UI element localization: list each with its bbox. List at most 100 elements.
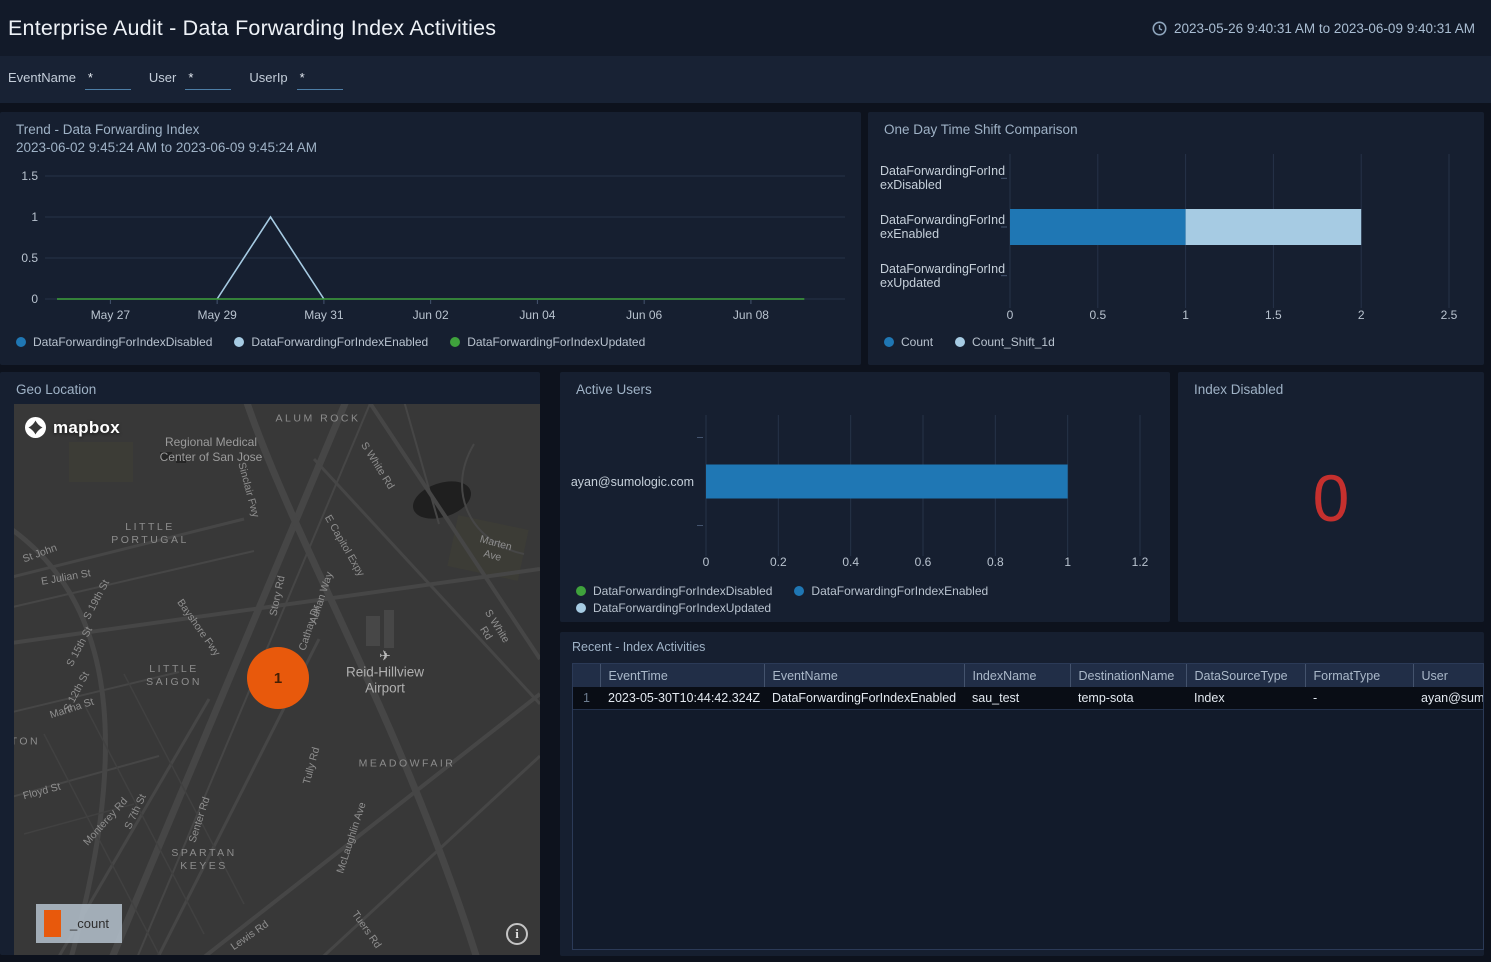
recent-activities-panel: Recent - Index Activities EventTimeEvent…: [560, 632, 1484, 956]
table-cell: -: [1305, 687, 1413, 709]
panel-title: Geo Location: [16, 382, 96, 397]
legend-label: DataForwardingForIndexDisabled: [593, 584, 772, 598]
user-filter-input[interactable]: *: [185, 70, 231, 90]
map-label: S White Rd: [357, 440, 396, 492]
legend-label: DataForwardingForIndexEnabled: [811, 584, 988, 598]
oneday-comparison-panel: One Day Time Shift Comparison 00.511.522…: [868, 112, 1484, 365]
oneday-legend: Count Count_Shift_1d: [884, 335, 1055, 349]
panel-title: Recent - Index Activities: [572, 640, 705, 654]
map-label: McLaughlin Ave: [334, 801, 369, 875]
filter-label: UserIp: [249, 70, 287, 85]
filter-user: User *: [149, 70, 231, 90]
legend-item[interactable]: DataForwardingForIndexDisabled: [576, 584, 772, 598]
legend-item[interactable]: DataForwardingForIndexEnabled: [794, 584, 988, 598]
table-cell: ayan@sumologic.com: [1413, 687, 1484, 709]
table-cell: sau_test: [964, 687, 1070, 709]
filter-label: User: [149, 70, 176, 85]
map-label: Lewis Rd: [229, 918, 272, 953]
category-label: DataForwardingForIndexUpdated: [880, 262, 1006, 290]
map-label: S White Rd: [467, 602, 515, 657]
svg-text:Jun 06: Jun 06: [626, 308, 662, 322]
column-header-formattype[interactable]: FormatType: [1305, 664, 1413, 687]
userip-filter-input[interactable]: *: [297, 70, 343, 90]
column-header-destinationname[interactable]: DestinationName: [1070, 664, 1186, 687]
filter-bar: EventName * User * UserIp *: [0, 56, 1491, 103]
map-label: SPARTAN KEYES: [171, 847, 236, 873]
row-number-cell: 1: [573, 687, 600, 709]
column-header-eventname[interactable]: EventName: [764, 664, 964, 687]
table-cell: DataForwardingForIndexEnabled: [764, 687, 964, 709]
active-users-legend: DataForwardingForIndexDisabled DataForwar…: [576, 584, 1160, 615]
svg-text:0: 0: [31, 292, 38, 306]
svg-text:0.2: 0.2: [770, 555, 787, 569]
column-header-datasourcetype[interactable]: DataSourceType: [1186, 664, 1305, 687]
map-label: Floyd St: [22, 781, 63, 804]
legend-swatch: [576, 603, 586, 613]
map-label: LITTLE SAIGON: [146, 663, 202, 689]
legend-label: DataForwardingForIndexUpdated: [593, 601, 771, 615]
legend-label: DataForwardingForIndexUpdated: [467, 335, 645, 349]
legend-item[interactable]: Count_Shift_1d: [955, 335, 1055, 349]
svg-text:Jun 04: Jun 04: [519, 308, 555, 322]
mapbox-logo[interactable]: mapbox: [24, 416, 120, 439]
time-range-control[interactable]: 2023-05-26 9:40:31 AM to 2023-06-09 9:40…: [1152, 21, 1475, 36]
panel-title: Index Disabled: [1194, 382, 1283, 397]
count-label: _count: [70, 916, 109, 931]
category-label: DataForwardingForIndexEnabled: [880, 213, 1006, 241]
map-canvas[interactable]: ALUM ROCKRegional Medical Center of San …: [14, 404, 540, 955]
table-row[interactable]: 12023-05-30T10:44:42.324ZDataForwardingF…: [573, 687, 1484, 709]
legend-swatch: [576, 586, 586, 596]
trend-panel: Trend - Data Forwarding Index 2023-06-02…: [0, 112, 861, 365]
map-label: St John: [21, 542, 59, 566]
map-label: Bayshore Fwy: [174, 597, 223, 659]
row-number-header: [573, 664, 600, 687]
legend-swatch: [16, 337, 26, 347]
recent-activities-table: EventTimeEventNameIndexNameDestinationNa…: [573, 664, 1484, 710]
legend-item[interactable]: DataForwardingForIndexDisabled: [16, 335, 212, 349]
column-header-user[interactable]: User: [1413, 664, 1484, 687]
legend-label: DataForwardingForIndexEnabled: [251, 335, 428, 349]
filter-userip: UserIp *: [249, 70, 342, 90]
legend-label: Count_Shift_1d: [972, 335, 1055, 349]
legend-item[interactable]: DataForwardingForIndexUpdated: [450, 335, 645, 349]
map-label: Story Rd: [267, 575, 288, 618]
map-label: Tully Rd: [301, 746, 323, 786]
legend-item[interactable]: Count: [884, 335, 933, 349]
dashboard-page: Enterprise Audit - Data Forwarding Index…: [0, 0, 1491, 962]
map-label: S 7th St: [122, 792, 150, 831]
map-label: MEADOWFAIR: [359, 758, 456, 771]
svg-text:0: 0: [703, 555, 710, 569]
legend-item[interactable]: DataForwardingForIndexEnabled: [234, 335, 428, 349]
svg-text:0: 0: [1007, 308, 1014, 322]
active-users-panel: Active Users 00.20.40.60.811.2 ayan@sumo…: [560, 372, 1170, 622]
map-label: Marten Ave: [468, 531, 519, 568]
map-label: Adrian Way: [307, 570, 336, 625]
mapbox-icon: [24, 416, 47, 439]
recent-activities-table-container: EventTimeEventNameIndexNameDestinationNa…: [572, 663, 1484, 950]
geo-location-panel: Geo Location: [0, 372, 540, 955]
map-label: E Capitol Expy: [321, 513, 367, 579]
legend-item[interactable]: DataForwardingForIndexUpdated: [576, 601, 771, 615]
table-cell: 2023-05-30T10:44:42.324Z: [600, 687, 764, 709]
svg-text:1.5: 1.5: [1265, 308, 1282, 322]
svg-text:1: 1: [1182, 308, 1189, 322]
legend-label: Count: [901, 335, 933, 349]
column-header-eventtime[interactable]: EventTime: [600, 664, 764, 687]
svg-text:2: 2: [1358, 308, 1365, 322]
filter-eventname: EventName *: [8, 70, 131, 90]
svg-text:Jun 02: Jun 02: [413, 308, 449, 322]
time-range-text: 2023-05-26 9:40:31 AM to 2023-06-09 9:40…: [1174, 21, 1475, 36]
map-label: Tuers Rd: [348, 909, 383, 952]
map-cluster-marker[interactable]: 1: [247, 647, 309, 709]
map-label: ALUM ROCK: [276, 413, 361, 426]
column-header-indexname[interactable]: IndexName: [964, 664, 1070, 687]
svg-text:1: 1: [31, 210, 38, 224]
eventname-filter-input[interactable]: *: [85, 70, 131, 90]
table-header-row: EventTimeEventNameIndexNameDestinationNa…: [573, 664, 1484, 687]
legend-swatch: [884, 337, 894, 347]
svg-text:May 29: May 29: [197, 308, 237, 322]
svg-text:1: 1: [1064, 555, 1071, 569]
info-icon[interactable]: i: [506, 923, 528, 945]
table-cell: temp-sota: [1070, 687, 1186, 709]
airplane-icon: ✈: [346, 648, 424, 664]
